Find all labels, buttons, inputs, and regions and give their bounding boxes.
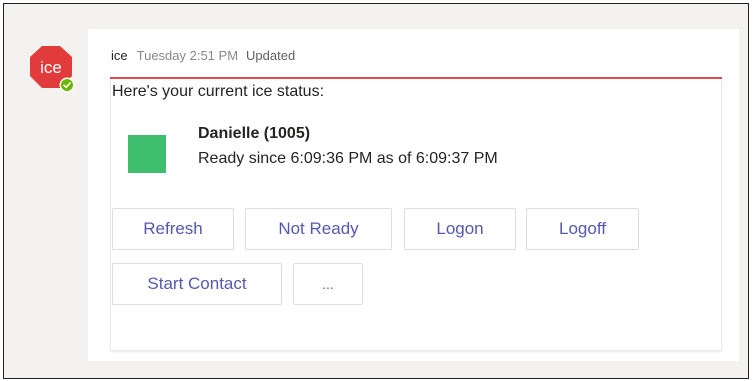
refresh-button[interactable]: Refresh xyxy=(112,208,234,250)
presence-badge xyxy=(59,77,75,93)
card-intro-text: Here's your current ice status: xyxy=(112,83,325,100)
message-updated-label: Updated xyxy=(246,48,296,63)
agent-name: Danielle (1005) xyxy=(198,125,311,142)
message-author: ice xyxy=(111,48,128,63)
logon-button[interactable]: Logon xyxy=(404,208,516,250)
chat-message: ice Tuesday 2:51 PM Updated Here's your cu… xyxy=(88,29,739,361)
agent-status-indicator xyxy=(128,135,166,173)
message-header: ice Tuesday 2:51 PM Updated xyxy=(111,48,295,63)
logoff-button[interactable]: Logoff xyxy=(526,208,639,250)
teams-chat-pane: ice ice Tuesday 2:51 PM Updated Here's you… xyxy=(3,3,749,379)
more-options-button[interactable]: ... xyxy=(293,263,363,305)
agent-status-text: Ready since 6:09:36 PM as of 6:09:37 PM xyxy=(198,150,498,167)
message-timestamp: Tuesday 2:51 PM xyxy=(136,48,239,63)
avatar-text: ice xyxy=(40,58,62,77)
not-ready-button[interactable]: Not Ready xyxy=(245,208,392,250)
available-check-icon xyxy=(59,77,75,93)
start-contact-button[interactable]: Start Contact xyxy=(112,263,282,305)
